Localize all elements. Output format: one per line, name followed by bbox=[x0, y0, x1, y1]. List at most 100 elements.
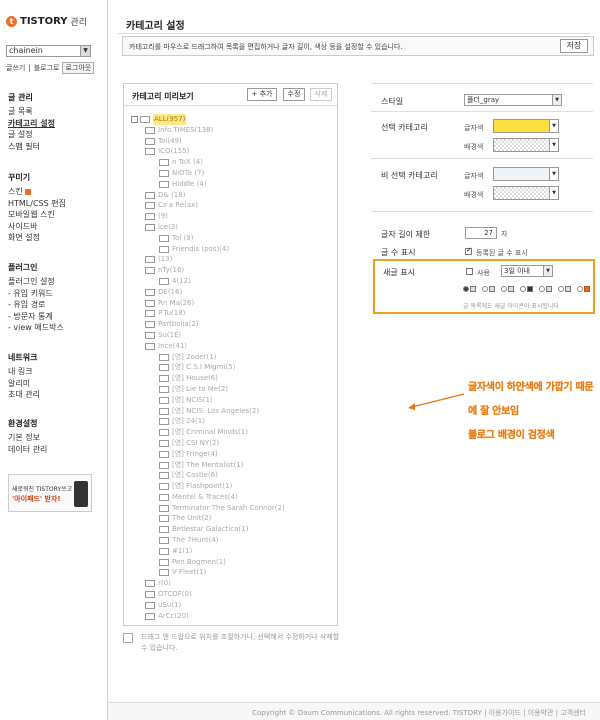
add-category-button[interactable]: + 추가 bbox=[247, 88, 277, 101]
tree-node[interactable]: [영] Fringe(4) bbox=[131, 449, 331, 460]
chevron-down-icon[interactable]: ▼ bbox=[549, 139, 558, 151]
tree-node[interactable]: #1(1) bbox=[131, 546, 331, 557]
tree-node[interactable]: NiOTa (7) bbox=[131, 168, 331, 179]
tree-node[interactable]: Partbolia(2) bbox=[131, 319, 331, 330]
tree-node[interactable]: The 7Hunt(4) bbox=[131, 535, 331, 546]
tree-node[interactable]: [영] 2oder(1) bbox=[131, 352, 331, 363]
sidebar-item-html-css[interactable]: HTML/CSS 편집 bbox=[8, 198, 66, 210]
tree-node[interactable]: Ince(41) bbox=[131, 341, 331, 352]
sidebar-item-post-list[interactable]: 글 목록 bbox=[8, 106, 55, 118]
sidebar-item-skin[interactable]: 스킨 bbox=[8, 186, 66, 198]
sidebar-item-plugin-settings[interactable]: 플러그인 설정 bbox=[8, 276, 64, 288]
new-icon-option[interactable] bbox=[520, 286, 533, 292]
tree-node[interactable]: [영] Lie to Me(2) bbox=[131, 384, 331, 395]
tree-node[interactable]: Friendis (pos)(4) bbox=[131, 244, 331, 255]
write-link[interactable]: 글쓰기 bbox=[6, 63, 25, 73]
collapse-toggle-icon[interactable] bbox=[131, 116, 138, 123]
sidebar-item-post-settings[interactable]: 글 설정 bbox=[8, 129, 55, 141]
chevron-down-icon[interactable]: ▼ bbox=[549, 120, 558, 132]
new-post-use-checkbox[interactable] bbox=[466, 268, 473, 275]
tree-node[interactable]: Hiddle (4) bbox=[131, 179, 331, 190]
tree-node[interactable]: [영] NCIS(1) bbox=[131, 395, 331, 406]
tree-node[interactable]: [영] CSI NY(2) bbox=[131, 438, 331, 449]
tree-node[interactable]: V Fleet(1) bbox=[131, 567, 331, 578]
chevron-down-icon[interactable]: ▼ bbox=[552, 95, 561, 105]
tree-node[interactable]: ice(3) bbox=[131, 222, 331, 233]
tree-node[interactable]: Cs a Re(ax) bbox=[131, 200, 331, 211]
tree-node[interactable]: Mentel & Traces(4) bbox=[131, 492, 331, 503]
tree-node[interactable]: (9) bbox=[131, 211, 331, 222]
new-icon-option[interactable] bbox=[482, 286, 495, 292]
tree-node[interactable]: The Unit(2) bbox=[131, 513, 331, 524]
sidebar-item-data-management[interactable]: 데이터 관리 bbox=[8, 444, 47, 456]
chevron-down-icon[interactable]: ▼ bbox=[549, 187, 558, 199]
sidebar-item-view-adbox[interactable]: - view 애드박스 bbox=[8, 322, 64, 334]
tree-node[interactable]: (13) bbox=[131, 254, 331, 265]
tistory-logo[interactable]: t TISTORY 관리 bbox=[6, 15, 87, 28]
tree-node[interactable]: DE(16) bbox=[131, 287, 331, 298]
unselected-bg-color-swatch[interactable]: ▼ bbox=[493, 186, 559, 200]
tree-node[interactable]: OTCOF(0) bbox=[131, 589, 331, 600]
chevron-down-icon[interactable]: ▼ bbox=[543, 266, 552, 276]
ipad-promo-banner[interactable]: 새로워진 TISTORY쓰고 '아이패드' 받자! bbox=[8, 474, 92, 512]
sidebar-item-mobile-skin[interactable]: 모바일웹 스킨 bbox=[8, 209, 66, 221]
tree-root[interactable]: ALL(957) bbox=[131, 114, 331, 125]
tree-node[interactable]: ArCc(20) bbox=[131, 611, 331, 622]
sidebar-item-invites[interactable]: 초대 관리 bbox=[8, 389, 40, 401]
tree-node[interactable]: Pen Bogmen(1) bbox=[131, 557, 331, 568]
chevron-down-icon[interactable]: ▼ bbox=[549, 168, 558, 180]
unselected-text-color-swatch[interactable]: ▼ bbox=[493, 167, 559, 181]
new-icon-option[interactable] bbox=[577, 286, 590, 292]
tree-node[interactable]: Su(1E) bbox=[131, 330, 331, 341]
new-post-period-select[interactable]: 3일 이내 ▼ bbox=[501, 265, 553, 277]
tree-node[interactable]: Betlestar Galactica(1) bbox=[131, 524, 331, 535]
blog-select[interactable]: chainein ▼ bbox=[6, 45, 91, 57]
new-icon-option[interactable] bbox=[558, 286, 571, 292]
tree-node[interactable]: [영] 24(1) bbox=[131, 416, 331, 427]
tree-node[interactable]: Toi(49) bbox=[131, 136, 331, 147]
tree-node[interactable]: n ToX (4) bbox=[131, 157, 331, 168]
sidebar-item-sidebar[interactable]: 사이드바 bbox=[8, 221, 66, 233]
tree-node[interactable]: Terminator The Sarah Connor(2) bbox=[131, 503, 331, 514]
tree-node[interactable]: Rn Ma(26) bbox=[131, 298, 331, 309]
selected-bg-color-swatch[interactable]: ▼ bbox=[493, 138, 559, 152]
edit-category-button[interactable]: 수정 bbox=[283, 88, 305, 101]
tree-node[interactable]: [영] Criminal Minds(1) bbox=[131, 427, 331, 438]
sidebar-item-keywords[interactable]: - 유입 키워드 bbox=[8, 288, 64, 300]
sidebar-item-notifier[interactable]: 알리미 bbox=[8, 378, 40, 390]
tree-node[interactable]: Tol (9) bbox=[131, 233, 331, 244]
sidebar-item-visitor-stats[interactable]: - 방문자 통계 bbox=[8, 311, 64, 323]
tree-node[interactable]: r(0) bbox=[131, 578, 331, 589]
new-icon-option[interactable] bbox=[539, 286, 552, 292]
tree-node[interactable]: D& (18) bbox=[131, 190, 331, 201]
logout-button[interactable]: 로그아웃 bbox=[62, 62, 95, 74]
blog-link[interactable]: 블로그로 bbox=[34, 63, 60, 73]
post-count-checkbox[interactable] bbox=[465, 246, 472, 255]
sidebar-item-my-links[interactable]: 내 링크 bbox=[8, 366, 40, 378]
chevron-down-icon[interactable]: ▼ bbox=[80, 46, 90, 56]
tree-node[interactable]: [영] NCIS: Los Angeles(2) bbox=[131, 406, 331, 417]
tree-node[interactable]: [영] House(6) bbox=[131, 373, 331, 384]
tree-node[interactable]: uSu(1) bbox=[131, 600, 331, 611]
selected-text-color-swatch[interactable]: ▼ bbox=[493, 119, 559, 133]
sidebar-item-spam-filter[interactable]: 스팸 필터 bbox=[8, 141, 55, 153]
sidebar-item-category-settings[interactable]: 카테고리 설정 bbox=[8, 118, 55, 130]
tree-node[interactable]: [영] Flashpoint(1) bbox=[131, 481, 331, 492]
tree-node[interactable]: [영] The Mentalist(1) bbox=[131, 460, 331, 471]
sidebar-item-basic-info[interactable]: 기본 정보 bbox=[8, 432, 47, 444]
sidebar-item-screen-settings[interactable]: 화면 설정 bbox=[8, 232, 66, 244]
tree-node[interactable]: Info.TIMES(138) bbox=[131, 125, 331, 136]
tree-node[interactable]: nTy(16) bbox=[131, 265, 331, 276]
save-button[interactable]: 저장 bbox=[560, 39, 588, 53]
tree-node[interactable]: [영] C.S.I Migmi(5) bbox=[131, 362, 331, 373]
new-icon-option[interactable] bbox=[501, 286, 514, 292]
new-icon-option[interactable] bbox=[463, 286, 476, 292]
tree-node[interactable]: 4(12) bbox=[131, 276, 331, 287]
style-select[interactable]: 폴더_gray ▼ bbox=[464, 94, 562, 106]
sidebar-item-referrers[interactable]: - 유입 경로 bbox=[8, 299, 64, 311]
length-limit-input[interactable]: 27 bbox=[465, 227, 497, 239]
tree-node[interactable]: [영] Castle(6) bbox=[131, 470, 331, 481]
delete-category-button[interactable]: 삭제 bbox=[310, 88, 332, 101]
tree-node[interactable]: ICO(155) bbox=[131, 146, 331, 157]
tree-node[interactable]: P.Tu(18) bbox=[131, 308, 331, 319]
